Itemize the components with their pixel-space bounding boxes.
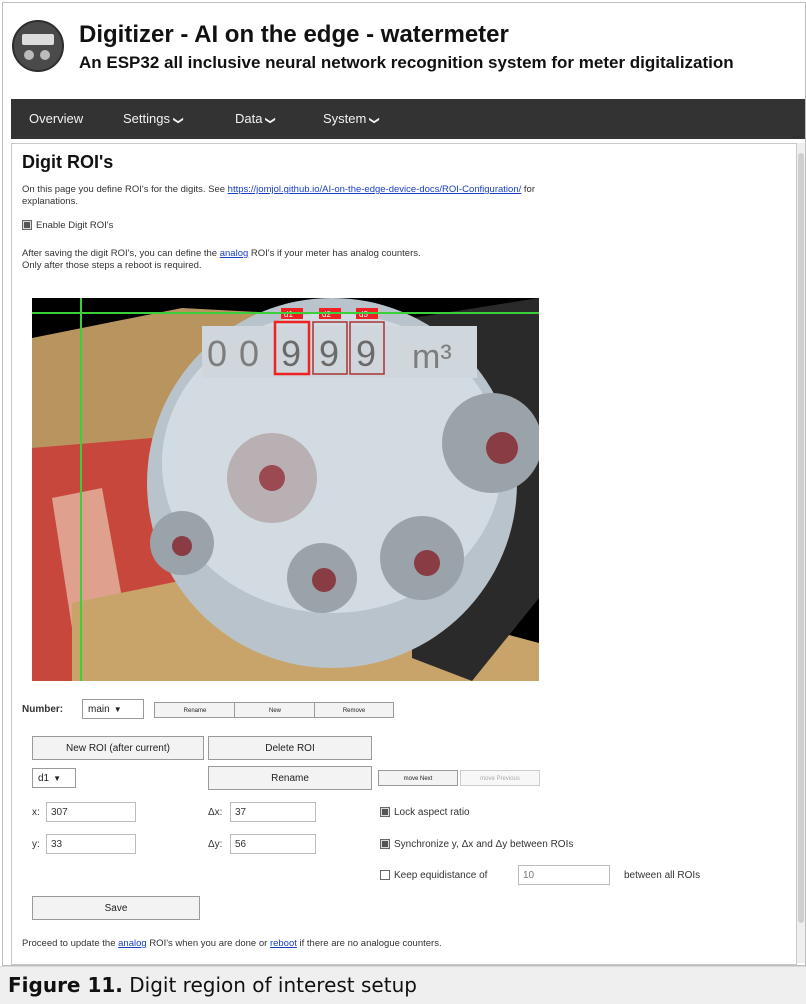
sync-label: Synchronize y, Δx and Δy between ROIs bbox=[394, 839, 574, 850]
figure-caption: Figure 11. Digit region of interest setu… bbox=[0, 966, 806, 1004]
meter-digit: 0 bbox=[207, 333, 227, 374]
chevron-down-icon: ❯ bbox=[369, 116, 381, 125]
chevron-down-icon: ❯ bbox=[172, 116, 184, 125]
caption-text: Figure 11. Digit region of interest setu… bbox=[8, 973, 417, 997]
equidistance-suffix: between all ROIs bbox=[624, 870, 701, 881]
lock-aspect-ratio[interactable]: Lock aspect ratio bbox=[380, 807, 470, 818]
app-header: Digitizer - AI on the edge - watermeter … bbox=[3, 3, 805, 95]
app-logo bbox=[12, 20, 64, 72]
lock-label: Lock aspect ratio bbox=[394, 807, 470, 818]
x-label: x: bbox=[32, 807, 40, 818]
enable-label: Enable Digit ROI's bbox=[36, 220, 114, 231]
move-previous-button[interactable]: move Previous bbox=[460, 770, 540, 786]
dy-label: Δy: bbox=[208, 839, 223, 850]
equidistance-label: Keep equidistance of bbox=[394, 870, 488, 881]
meter-digit: 0 bbox=[239, 333, 259, 374]
chevron-down-icon: ▼ bbox=[113, 705, 122, 714]
equidistance-input[interactable]: 10 bbox=[518, 865, 610, 885]
page-title: Digit ROI's bbox=[22, 152, 114, 172]
after-saving-text: After saving the digit ROI's, you can de… bbox=[22, 248, 421, 259]
proceed-text-start: Proceed to update the bbox=[22, 938, 116, 949]
intro-text-line2: explanations. bbox=[22, 196, 78, 207]
figure-label: Figure 11. bbox=[8, 973, 123, 997]
nav-overview-label: Overview bbox=[29, 111, 84, 126]
lock-checkbox[interactable] bbox=[380, 807, 390, 818]
number-rename-button[interactable]: Rename bbox=[154, 702, 236, 718]
delete-roi-button[interactable]: Delete ROI bbox=[208, 736, 372, 760]
roi-camera-image[interactable]: 0 0 9 9 9 m³ d1 d2 d3 bbox=[32, 298, 539, 681]
content-panel: Digit ROI's On this page you define ROI'… bbox=[11, 143, 797, 965]
caption-description: Digit region of interest setup bbox=[129, 973, 417, 997]
meter-digit: 9 bbox=[281, 333, 301, 374]
main-navbar: Overview Settings ❯ Data ❯ System ❯ bbox=[11, 99, 805, 139]
number-label: Number: bbox=[22, 704, 64, 715]
guide-line-vertical bbox=[80, 298, 82, 681]
meter-dial bbox=[40, 50, 50, 60]
nav-overview[interactable]: Overview bbox=[29, 111, 83, 126]
nav-data-label: Data bbox=[235, 111, 263, 126]
x-input[interactable]: 307 bbox=[46, 802, 136, 822]
roi-rename-button[interactable]: Rename bbox=[208, 766, 372, 790]
app-frame: Digitizer - AI on the edge - watermeter … bbox=[2, 2, 806, 966]
roi-selected: d1 bbox=[38, 773, 50, 784]
equidistance-checkbox[interactable] bbox=[380, 870, 390, 881]
number-selected: main bbox=[88, 704, 110, 715]
after-text-start: After saving the digit ROI's, you can de… bbox=[22, 248, 218, 259]
nav-settings-label: Settings bbox=[123, 111, 170, 126]
new-roi-button[interactable]: New ROI (after current) bbox=[32, 736, 204, 760]
scrollbar-thumb[interactable] bbox=[798, 153, 804, 923]
chevron-down-icon: ❯ bbox=[265, 116, 277, 125]
reboot-note: Only after those steps a reboot is requi… bbox=[22, 260, 202, 271]
analog-link[interactable]: analog bbox=[220, 248, 249, 259]
reboot-link[interactable]: reboot bbox=[270, 938, 297, 949]
dx-input[interactable]: 37 bbox=[230, 802, 316, 822]
enable-digit-rois[interactable]: Enable Digit ROI's bbox=[22, 220, 113, 231]
y-label: y: bbox=[32, 839, 40, 850]
number-new-button[interactable]: New bbox=[234, 702, 316, 718]
intro-text: On this page you define ROI's for the di… bbox=[22, 184, 535, 195]
enable-checkbox[interactable] bbox=[22, 220, 32, 231]
nav-system[interactable]: System ❯ bbox=[323, 111, 381, 126]
keep-equidistance[interactable]: Keep equidistance of bbox=[380, 870, 487, 881]
app-title: Digitizer - AI on the edge - watermeter bbox=[79, 21, 509, 48]
sync-checkbox[interactable] bbox=[380, 839, 390, 850]
meter-unit: m³ bbox=[412, 338, 452, 376]
nav-system-label: System bbox=[323, 111, 367, 126]
nav-data[interactable]: Data ❯ bbox=[235, 111, 277, 126]
app-subtitle: An ESP32 all inclusive neural network re… bbox=[79, 53, 734, 72]
intro-text-start: On this page you define ROI's for the di… bbox=[22, 184, 226, 195]
proceed-text: Proceed to update the analog ROI's when … bbox=[22, 938, 442, 949]
chevron-down-icon: ▼ bbox=[53, 774, 62, 783]
synchronize-rois[interactable]: Synchronize y, Δx and Δy between ROIs bbox=[380, 839, 573, 850]
meter-digit: 9 bbox=[319, 333, 339, 374]
proceed-text-middle: ROI's when you are done or bbox=[149, 938, 268, 949]
y-input[interactable]: 33 bbox=[46, 834, 136, 854]
dy-input[interactable]: 56 bbox=[230, 834, 316, 854]
roi-select[interactable]: d1 ▼ bbox=[32, 768, 76, 788]
intro-text-end: for bbox=[523, 184, 535, 195]
save-button[interactable]: Save bbox=[32, 896, 200, 920]
dx-label: Δx: bbox=[208, 807, 223, 818]
docs-link[interactable]: https://jomjol.github.io/AI-on-the-edge-… bbox=[228, 184, 522, 195]
meter-photo: 0 0 9 9 9 m³ d1 d2 d3 bbox=[32, 298, 539, 681]
nav-settings[interactable]: Settings ❯ bbox=[123, 111, 184, 126]
meter-digit: 9 bbox=[356, 333, 376, 374]
proceed-text-end: if there are no analogue counters. bbox=[299, 938, 442, 949]
guide-line-horizontal bbox=[32, 312, 539, 314]
analog-link[interactable]: analog bbox=[118, 938, 147, 949]
page-scrollbar[interactable] bbox=[797, 143, 805, 963]
number-remove-button[interactable]: Remove bbox=[314, 702, 394, 718]
move-next-button[interactable]: move Next bbox=[378, 770, 458, 786]
number-select[interactable]: main ▼ bbox=[82, 699, 144, 719]
meter-dial bbox=[24, 50, 34, 60]
meter-face bbox=[22, 34, 54, 45]
after-text-end: ROI's if your meter has analog counters. bbox=[250, 248, 421, 259]
